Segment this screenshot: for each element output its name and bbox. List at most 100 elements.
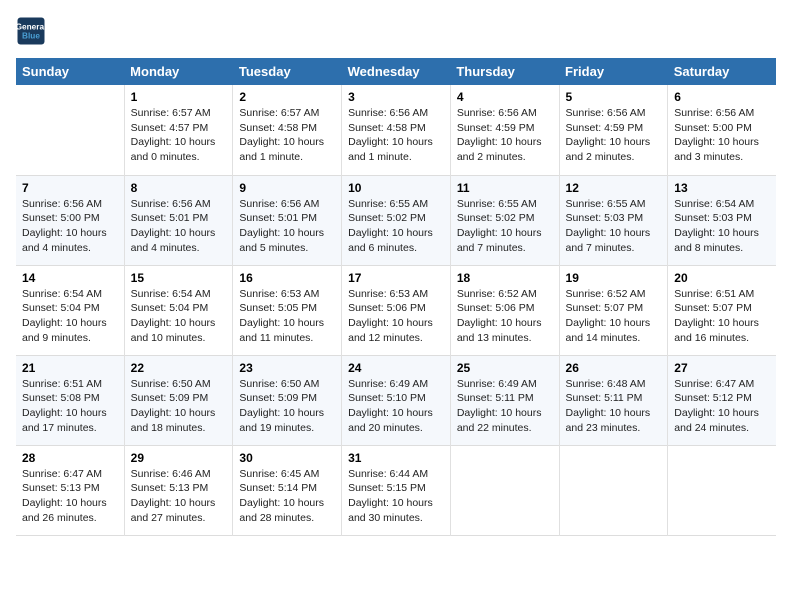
calendar-cell: 2 Sunrise: 6:57 AM Sunset: 4:58 PM Daylig… bbox=[233, 85, 342, 175]
day-number: 5 bbox=[566, 90, 662, 104]
calendar-header-row: SundayMondayTuesdayWednesdayThursdayFrid… bbox=[16, 58, 776, 85]
calendar-cell: 10 Sunrise: 6:55 AM Sunset: 5:02 PM Dayli… bbox=[342, 175, 451, 265]
header-monday: Monday bbox=[124, 58, 233, 85]
day-info: Sunrise: 6:55 AM Sunset: 5:03 PM Dayligh… bbox=[566, 197, 662, 256]
calendar-cell: 16Sunrise: 6:53 AM Sunset: 5:05 PM Dayli… bbox=[233, 265, 342, 355]
day-info: Sunrise: 6:50 AM Sunset: 5:09 PM Dayligh… bbox=[131, 377, 227, 436]
day-number: 27 bbox=[674, 361, 770, 375]
day-info: Sunrise: 6:50 AM Sunset: 5:09 PM Dayligh… bbox=[239, 377, 335, 436]
calendar-cell: 29 Sunrise: 6:46 AM Sunset: 5:13 PM Dayli… bbox=[124, 445, 233, 535]
day-info: Sunrise: 6:49 AM Sunset: 5:10 PM Dayligh… bbox=[348, 377, 444, 436]
day-number: 3 bbox=[348, 90, 444, 104]
day-number: 2 bbox=[239, 90, 335, 104]
day-info: Sunrise: 6:47 AM Sunset: 5:13 PM Dayligh… bbox=[22, 467, 118, 526]
svg-text:General: General bbox=[16, 23, 46, 32]
day-info: Sunrise: 6:56 AM Sunset: 5:00 PM Dayligh… bbox=[22, 197, 118, 256]
day-number: 12 bbox=[566, 181, 662, 195]
day-number: 13 bbox=[674, 181, 770, 195]
day-info: Sunrise: 6:56 AM Sunset: 4:59 PM Dayligh… bbox=[566, 106, 662, 165]
calendar-cell: 15 Sunrise: 6:54 AM Sunset: 5:04 PM Dayli… bbox=[124, 265, 233, 355]
day-number: 25 bbox=[457, 361, 553, 375]
day-info: Sunrise: 6:51 AM Sunset: 5:08 PM Dayligh… bbox=[22, 377, 118, 436]
week-row-1: 1Sunrise: 6:57 AM Sunset: 4:57 PM Daylig… bbox=[16, 85, 776, 175]
calendar-cell: 20 Sunrise: 6:51 AM Sunset: 5:07 PM Dayli… bbox=[668, 265, 776, 355]
calendar-cell bbox=[559, 445, 668, 535]
calendar-cell: 31Sunrise: 6:44 AM Sunset: 5:15 PM Dayli… bbox=[342, 445, 451, 535]
calendar-cell bbox=[16, 85, 124, 175]
day-info: Sunrise: 6:44 AM Sunset: 5:15 PM Dayligh… bbox=[348, 467, 444, 526]
week-row-5: 28 Sunrise: 6:47 AM Sunset: 5:13 PM Dayli… bbox=[16, 445, 776, 535]
week-row-3: 14 Sunrise: 6:54 AM Sunset: 5:04 PM Dayli… bbox=[16, 265, 776, 355]
day-number: 16 bbox=[239, 271, 335, 285]
calendar-cell: 25Sunrise: 6:49 AM Sunset: 5:11 PM Dayli… bbox=[450, 355, 559, 445]
day-info: Sunrise: 6:51 AM Sunset: 5:07 PM Dayligh… bbox=[674, 287, 770, 346]
day-info: Sunrise: 6:54 AM Sunset: 5:04 PM Dayligh… bbox=[131, 287, 227, 346]
day-number: 10 bbox=[348, 181, 444, 195]
header-sunday: Sunday bbox=[16, 58, 124, 85]
day-info: Sunrise: 6:57 AM Sunset: 4:58 PM Dayligh… bbox=[239, 106, 335, 165]
day-number: 21 bbox=[22, 361, 118, 375]
calendar-cell: 9Sunrise: 6:56 AM Sunset: 5:01 PM Daylig… bbox=[233, 175, 342, 265]
calendar-cell: 13 Sunrise: 6:54 AM Sunset: 5:03 PM Dayli… bbox=[668, 175, 776, 265]
day-number: 22 bbox=[131, 361, 227, 375]
day-number: 28 bbox=[22, 451, 118, 465]
calendar-cell: 28 Sunrise: 6:47 AM Sunset: 5:13 PM Dayli… bbox=[16, 445, 124, 535]
calendar-cell bbox=[450, 445, 559, 535]
day-number: 6 bbox=[674, 90, 770, 104]
week-row-2: 7Sunrise: 6:56 AM Sunset: 5:00 PM Daylig… bbox=[16, 175, 776, 265]
day-number: 11 bbox=[457, 181, 553, 195]
day-info: Sunrise: 6:56 AM Sunset: 5:01 PM Dayligh… bbox=[239, 197, 335, 256]
header-thursday: Thursday bbox=[450, 58, 559, 85]
calendar-cell: 27Sunrise: 6:47 AM Sunset: 5:12 PM Dayli… bbox=[668, 355, 776, 445]
calendar-cell bbox=[668, 445, 776, 535]
day-info: Sunrise: 6:52 AM Sunset: 5:06 PM Dayligh… bbox=[457, 287, 553, 346]
day-number: 23 bbox=[239, 361, 335, 375]
day-info: Sunrise: 6:46 AM Sunset: 5:13 PM Dayligh… bbox=[131, 467, 227, 526]
day-info: Sunrise: 6:56 AM Sunset: 4:58 PM Dayligh… bbox=[348, 106, 444, 165]
calendar-cell: 22 Sunrise: 6:50 AM Sunset: 5:09 PM Dayli… bbox=[124, 355, 233, 445]
day-number: 26 bbox=[566, 361, 662, 375]
logo-icon: General Blue bbox=[16, 16, 46, 46]
calendar-cell: 26Sunrise: 6:48 AM Sunset: 5:11 PM Dayli… bbox=[559, 355, 668, 445]
day-number: 19 bbox=[566, 271, 662, 285]
day-number: 14 bbox=[22, 271, 118, 285]
day-number: 30 bbox=[239, 451, 335, 465]
day-info: Sunrise: 6:56 AM Sunset: 5:01 PM Dayligh… bbox=[131, 197, 227, 256]
day-number: 17 bbox=[348, 271, 444, 285]
calendar-cell: 11 Sunrise: 6:55 AM Sunset: 5:02 PM Dayli… bbox=[450, 175, 559, 265]
calendar-cell: 5 Sunrise: 6:56 AM Sunset: 4:59 PM Daylig… bbox=[559, 85, 668, 175]
calendar-cell: 4 Sunrise: 6:56 AM Sunset: 4:59 PM Daylig… bbox=[450, 85, 559, 175]
svg-text:Blue: Blue bbox=[22, 32, 40, 41]
day-number: 8 bbox=[131, 181, 227, 195]
calendar-cell: 12 Sunrise: 6:55 AM Sunset: 5:03 PM Dayli… bbox=[559, 175, 668, 265]
calendar-cell: 30 Sunrise: 6:45 AM Sunset: 5:14 PM Dayli… bbox=[233, 445, 342, 535]
header-tuesday: Tuesday bbox=[233, 58, 342, 85]
day-number: 15 bbox=[131, 271, 227, 285]
header-saturday: Saturday bbox=[668, 58, 776, 85]
day-info: Sunrise: 6:55 AM Sunset: 5:02 PM Dayligh… bbox=[348, 197, 444, 256]
calendar-cell: 19Sunrise: 6:52 AM Sunset: 5:07 PM Dayli… bbox=[559, 265, 668, 355]
day-number: 24 bbox=[348, 361, 444, 375]
day-number: 4 bbox=[457, 90, 553, 104]
day-info: Sunrise: 6:55 AM Sunset: 5:02 PM Dayligh… bbox=[457, 197, 553, 256]
day-info: Sunrise: 6:57 AM Sunset: 4:57 PM Dayligh… bbox=[131, 106, 227, 165]
day-number: 29 bbox=[131, 451, 227, 465]
day-number: 20 bbox=[674, 271, 770, 285]
calendar-cell: 3 Sunrise: 6:56 AM Sunset: 4:58 PM Daylig… bbox=[342, 85, 451, 175]
calendar-cell: 6 Sunrise: 6:56 AM Sunset: 5:00 PM Daylig… bbox=[668, 85, 776, 175]
calendar-table: SundayMondayTuesdayWednesdayThursdayFrid… bbox=[16, 58, 776, 536]
calendar-cell: 7Sunrise: 6:56 AM Sunset: 5:00 PM Daylig… bbox=[16, 175, 124, 265]
day-info: Sunrise: 6:54 AM Sunset: 5:04 PM Dayligh… bbox=[22, 287, 118, 346]
header-friday: Friday bbox=[559, 58, 668, 85]
calendar-cell: 24 Sunrise: 6:49 AM Sunset: 5:10 PM Dayli… bbox=[342, 355, 451, 445]
calendar-cell: 8 Sunrise: 6:56 AM Sunset: 5:01 PM Daylig… bbox=[124, 175, 233, 265]
day-info: Sunrise: 6:45 AM Sunset: 5:14 PM Dayligh… bbox=[239, 467, 335, 526]
logo: General Blue bbox=[16, 16, 50, 46]
day-info: Sunrise: 6:56 AM Sunset: 5:00 PM Dayligh… bbox=[674, 106, 770, 165]
calendar-cell: 14 Sunrise: 6:54 AM Sunset: 5:04 PM Dayli… bbox=[16, 265, 124, 355]
day-info: Sunrise: 6:56 AM Sunset: 4:59 PM Dayligh… bbox=[457, 106, 553, 165]
day-info: Sunrise: 6:54 AM Sunset: 5:03 PM Dayligh… bbox=[674, 197, 770, 256]
day-info: Sunrise: 6:53 AM Sunset: 5:06 PM Dayligh… bbox=[348, 287, 444, 346]
calendar-cell: 23 Sunrise: 6:50 AM Sunset: 5:09 PM Dayli… bbox=[233, 355, 342, 445]
header-wednesday: Wednesday bbox=[342, 58, 451, 85]
